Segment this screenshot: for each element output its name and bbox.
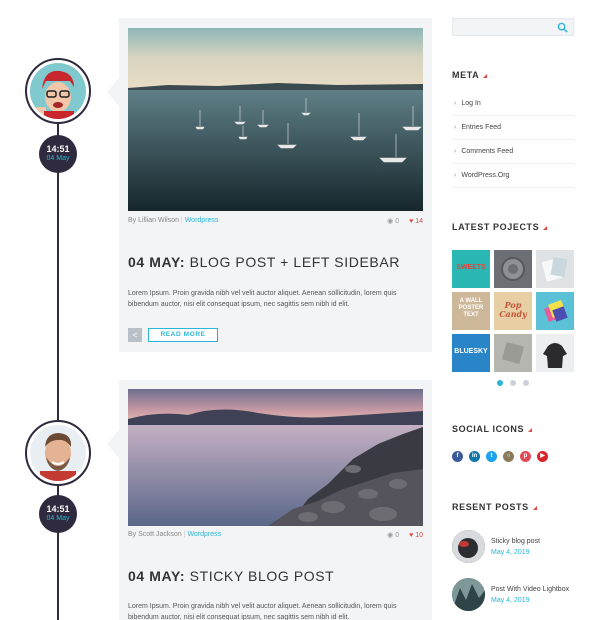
post-title[interactable]: 04 MAY: BLOG POST + LEFT SIDEBAR bbox=[128, 254, 400, 270]
post-excerpt: Lorem Ipsum. Proin gravida nibh vel veli… bbox=[128, 290, 397, 308]
meta-link-entries-feed[interactable]: › Entries Feed bbox=[452, 116, 574, 140]
carousel-dot[interactable] bbox=[523, 380, 529, 386]
blog-post-card: By Lillian Wilson | Wordpress ◉ 0 ♥ 14 0… bbox=[119, 18, 432, 352]
search-input[interactable] bbox=[453, 19, 553, 36]
post-time: 14:51 bbox=[46, 504, 70, 514]
heart-icon[interactable]: ♥ bbox=[409, 532, 413, 539]
widget-title-text: LATEST POJECTS bbox=[452, 222, 540, 232]
like-count: 14 bbox=[415, 218, 423, 225]
widget-title-projects: LATEST POJECTS bbox=[452, 222, 548, 232]
recent-post-thumbnail[interactable] bbox=[452, 578, 485, 611]
title-accent-mark bbox=[528, 428, 533, 432]
chevron-right-icon: › bbox=[454, 124, 457, 131]
post-meta: By Lillian Wilson | Wordpress ◉ 0 ♥ 14 bbox=[128, 217, 423, 225]
like-count: 10 bbox=[415, 532, 423, 539]
recent-post-date: May 4, 2019 bbox=[491, 549, 530, 556]
carousel-dot[interactable] bbox=[510, 380, 516, 386]
project-thumbnail[interactable] bbox=[536, 292, 574, 330]
chevron-right-icon: › bbox=[454, 148, 457, 155]
meta-link-comments-feed[interactable]: › Comments Feed bbox=[452, 140, 574, 164]
recent-post-date: May 4, 2019 bbox=[491, 597, 530, 604]
timeline-line bbox=[57, 120, 59, 620]
author-avatar[interactable] bbox=[25, 420, 91, 486]
blog-post-card: By Scott Jackson | Wordpress ◉ 0 ♥ 10 04… bbox=[119, 380, 432, 620]
project-thumbnail[interactable] bbox=[494, 334, 532, 372]
widget-title-text: META bbox=[452, 70, 480, 80]
comment-icon: ◉ bbox=[387, 532, 394, 539]
meta-link-label: WordPress.Org bbox=[461, 172, 510, 179]
post-image[interactable] bbox=[128, 28, 423, 211]
post-meta: By Scott Jackson | Wordpress ◉ 0 ♥ 10 bbox=[128, 531, 423, 539]
project-label: BLUESKY bbox=[454, 348, 488, 355]
linkedin-icon[interactable]: in bbox=[469, 451, 480, 462]
post-author[interactable]: By Scott Jackson bbox=[128, 531, 182, 538]
post-date: 04 May bbox=[46, 515, 70, 522]
widget-title-text: SOCIAL ICONS bbox=[452, 424, 525, 434]
post-date: 04 May bbox=[46, 155, 70, 162]
meta-link-label: Entries Feed bbox=[461, 124, 502, 131]
read-more-button[interactable]: READ MORE bbox=[148, 328, 218, 342]
project-thumbnail[interactable]: A WALL POSTER TEXT bbox=[452, 292, 490, 330]
heart-icon[interactable]: ♥ bbox=[409, 218, 413, 225]
facebook-icon[interactable]: f bbox=[452, 451, 463, 462]
project-thumbnail[interactable] bbox=[536, 334, 574, 372]
youtube-icon[interactable]: ▶ bbox=[537, 451, 548, 462]
pinterest-icon[interactable]: p bbox=[520, 451, 531, 462]
post-time-badge: 14:51 04 May bbox=[39, 495, 77, 533]
title-accent-mark bbox=[543, 226, 548, 230]
project-thumbnail[interactable]: Pop Candy bbox=[494, 292, 532, 330]
search-field[interactable] bbox=[452, 18, 574, 36]
chevron-right-icon: › bbox=[454, 172, 457, 179]
recent-post-thumbnail[interactable] bbox=[452, 530, 485, 563]
author-avatar[interactable] bbox=[25, 58, 91, 124]
post-author[interactable]: By Lillian Wilson bbox=[128, 217, 179, 224]
comment-count[interactable]: 0 bbox=[395, 532, 399, 539]
meta-link-wordpress[interactable]: › WordPress.Org bbox=[452, 164, 574, 188]
post-time: 14:51 bbox=[46, 144, 70, 154]
share-icon[interactable]: < bbox=[128, 328, 142, 342]
twitter-icon[interactable]: t bbox=[486, 451, 497, 462]
recent-post-title[interactable]: Sticky blog post bbox=[491, 538, 540, 545]
carousel-dot-active[interactable] bbox=[497, 380, 503, 386]
project-thumbnail[interactable] bbox=[494, 250, 532, 288]
avatar-photo bbox=[30, 425, 86, 481]
project-label: Pop Candy bbox=[499, 300, 527, 319]
avatar-photo bbox=[30, 63, 86, 119]
card-pointer bbox=[107, 430, 119, 458]
title-accent-mark bbox=[483, 74, 488, 78]
post-category[interactable]: Wordpress bbox=[185, 217, 219, 224]
recent-post-title[interactable]: Post With Video Lightbox bbox=[491, 586, 569, 593]
comment-count[interactable]: 0 bbox=[395, 218, 399, 225]
widget-title-social: SOCIAL ICONS bbox=[452, 424, 533, 434]
meta-link-login[interactable]: › Log In bbox=[452, 92, 574, 116]
post-image[interactable] bbox=[128, 389, 423, 526]
project-thumbnail[interactable]: SWEETS bbox=[452, 250, 490, 288]
project-label: SWEETS bbox=[456, 264, 486, 271]
post-title-text: STICKY BLOG POST bbox=[189, 568, 335, 584]
chevron-right-icon: › bbox=[454, 100, 457, 107]
comment-icon: ◉ bbox=[387, 218, 394, 225]
instagram-icon[interactable]: ○ bbox=[503, 451, 514, 462]
post-title-date: 04 MAY: bbox=[128, 568, 186, 584]
post-excerpt: Lorem Ipsum. Proin gravida nibh vel veli… bbox=[128, 603, 397, 620]
meta-link-label: Comments Feed bbox=[461, 148, 514, 155]
post-category[interactable]: Wordpress bbox=[187, 531, 221, 538]
widget-title-recent: RESENT POSTS bbox=[452, 502, 537, 512]
search-icon[interactable] bbox=[557, 22, 568, 33]
widget-title-meta: META bbox=[452, 70, 488, 80]
widget-title-text: RESENT POSTS bbox=[452, 502, 529, 512]
meta-link-label: Log In bbox=[461, 100, 481, 107]
project-thumbnail[interactable] bbox=[536, 250, 574, 288]
post-time-badge: 14:51 04 May bbox=[39, 135, 77, 173]
card-pointer bbox=[107, 78, 119, 106]
post-title[interactable]: 04 MAY: STICKY BLOG POST bbox=[128, 568, 334, 584]
title-accent-mark bbox=[532, 506, 537, 510]
project-label: A WALL POSTER TEXT bbox=[458, 298, 484, 318]
post-title-text: BLOG POST + LEFT SIDEBAR bbox=[189, 254, 400, 270]
project-thumbnail[interactable]: BLUESKY bbox=[452, 334, 490, 372]
post-title-date: 04 MAY: bbox=[128, 254, 186, 270]
